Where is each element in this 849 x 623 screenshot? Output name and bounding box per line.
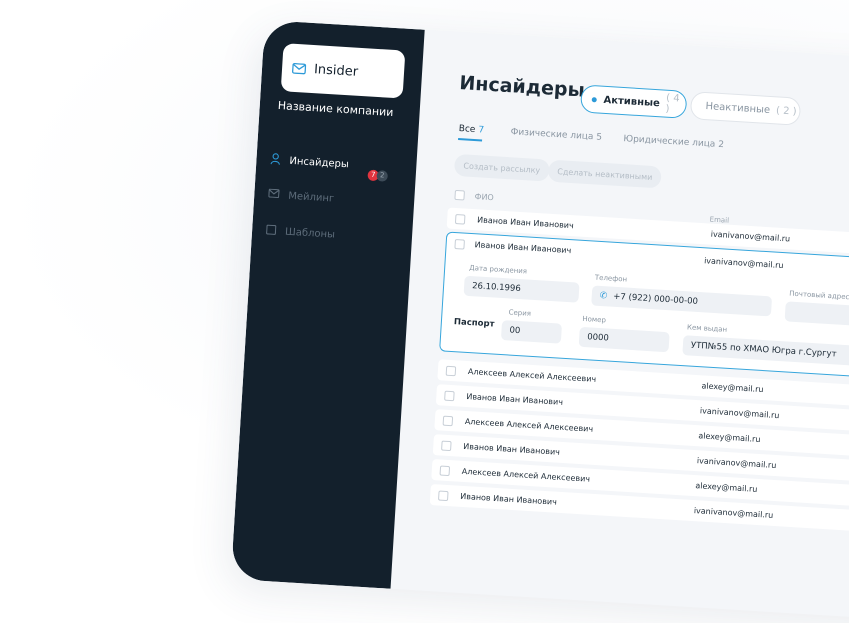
issued-by-field[interactable]: УТП№55 по ХМАО Югра г.Сургут (682, 335, 849, 368)
filter-count: ( 2 ) (775, 104, 797, 118)
sidebar-item-label: Мейлинг (287, 190, 335, 205)
row-checkbox[interactable] (439, 465, 451, 476)
make-inactive-button[interactable]: Сделать неактивными (547, 159, 663, 189)
row-checkbox[interactable] (454, 239, 465, 250)
address-field[interactable] (784, 301, 849, 329)
number-label: Номер (582, 314, 607, 325)
tab-label: Физические лица (510, 127, 594, 143)
tab-legal-entities[interactable]: Юридические лица 2 (623, 134, 724, 150)
row-email: ivanivanov@mail.ru (703, 256, 784, 271)
issued-by-label: Кем выдан (686, 323, 728, 334)
table-header: ФИО (454, 189, 495, 202)
number-field[interactable]: 0000 (578, 326, 670, 353)
row-name: Иванов Иван Иванович (466, 392, 564, 407)
active-dot-icon (591, 96, 597, 102)
sidebar-item-templates[interactable]: Шаблоны (266, 224, 336, 241)
row-name: Алексеев Алексей Алексеевич (464, 416, 594, 434)
logo-text: Insider (313, 61, 359, 80)
phone-value: +7 (922) 000-00-00 (612, 291, 699, 307)
birth-date-label: Дата рождения (469, 263, 528, 276)
row-checkbox[interactable] (445, 365, 457, 376)
count-badge: 2 (376, 170, 389, 182)
sidebar-item-label: Шаблоны (284, 226, 336, 241)
phone-field[interactable]: ✆ +7 (922) 000-00-00 (591, 285, 773, 317)
filter-active[interactable]: Активные ( 4 ) (579, 84, 688, 119)
mail-logo-icon (292, 58, 307, 78)
row-name: Иванов Иван Иванович (460, 491, 558, 507)
series-field[interactable]: 00 (500, 320, 563, 344)
filter-count: ( 4 ) (665, 92, 680, 115)
passport-label: Паспорт (453, 317, 495, 330)
filter-inactive[interactable]: Неактивные ( 2 ) (689, 91, 802, 126)
column-name-header: ФИО (474, 191, 495, 202)
tab-all[interactable]: Все 7 (458, 124, 484, 136)
sidebar-item-mailing[interactable]: Мейлинг (268, 188, 335, 205)
sidebar-item-insiders[interactable]: Инсайдеры (270, 153, 349, 173)
template-icon (266, 224, 277, 238)
row-checkbox[interactable] (444, 390, 455, 401)
tab-count: 5 (595, 132, 603, 143)
row-email: ivanivanov@mail.ru (693, 506, 774, 520)
tab-count: 2 (717, 139, 725, 151)
filter-label: Активные (603, 94, 661, 109)
row-checkbox[interactable] (442, 415, 454, 426)
select-all-checkbox[interactable] (454, 189, 465, 201)
phone-icon: ✆ (599, 290, 608, 302)
row-name: Иванов Иван Иванович (463, 441, 561, 457)
birth-date-field[interactable]: 26.10.1996 (463, 275, 580, 303)
mail-icon (268, 188, 280, 202)
row-email: ivanivanov@mail.ru (696, 456, 777, 471)
create-mailing-button[interactable]: Создать рассылку (453, 153, 550, 182)
tab-label: Все (458, 124, 476, 136)
row-email: ivanivanov@mail.ru (710, 229, 791, 244)
series-label: Серия (508, 308, 532, 318)
main-content: Инсайдеры Активные ( 4 ) Неактивные ( 2 … (391, 30, 849, 623)
row-email: alexey@mail.ru (698, 431, 761, 445)
address-label: Почтовый адрес (789, 289, 849, 302)
row-checkbox[interactable] (454, 213, 466, 225)
sidebar-item-label: Инсайдеры (289, 155, 350, 171)
logo-card[interactable]: Insider (280, 43, 406, 99)
filter-label: Неактивные (705, 100, 771, 116)
row-name: Алексеев Алексей Алексеевич (461, 466, 591, 484)
row-checkbox[interactable] (438, 489, 449, 501)
stage: Insider Название компании Инсайдеры 7 2 … (0, 0, 849, 623)
tab-label: Юридические лица (623, 134, 716, 150)
row-email: alexey@mail.ru (701, 381, 764, 395)
row-email: alexey@mail.ru (695, 481, 758, 494)
tab-count: 7 (478, 125, 485, 136)
tab-underline (458, 138, 483, 142)
phone-label: Телефон (594, 273, 628, 284)
user-icon (270, 153, 281, 169)
row-checkbox[interactable] (441, 440, 452, 451)
row-name: Иванов Иван Иванович (474, 240, 572, 256)
tab-individuals[interactable]: Физические лица 5 (510, 127, 602, 143)
row-name: Алексеев Алексей Алексеевич (467, 367, 597, 384)
app-window: Insider Название компании Инсайдеры 7 2 … (230, 20, 849, 623)
row-email: ivanivanov@mail.ru (699, 406, 780, 421)
page-title: Инсайдеры (458, 72, 586, 102)
company-name: Название компании (277, 98, 394, 119)
